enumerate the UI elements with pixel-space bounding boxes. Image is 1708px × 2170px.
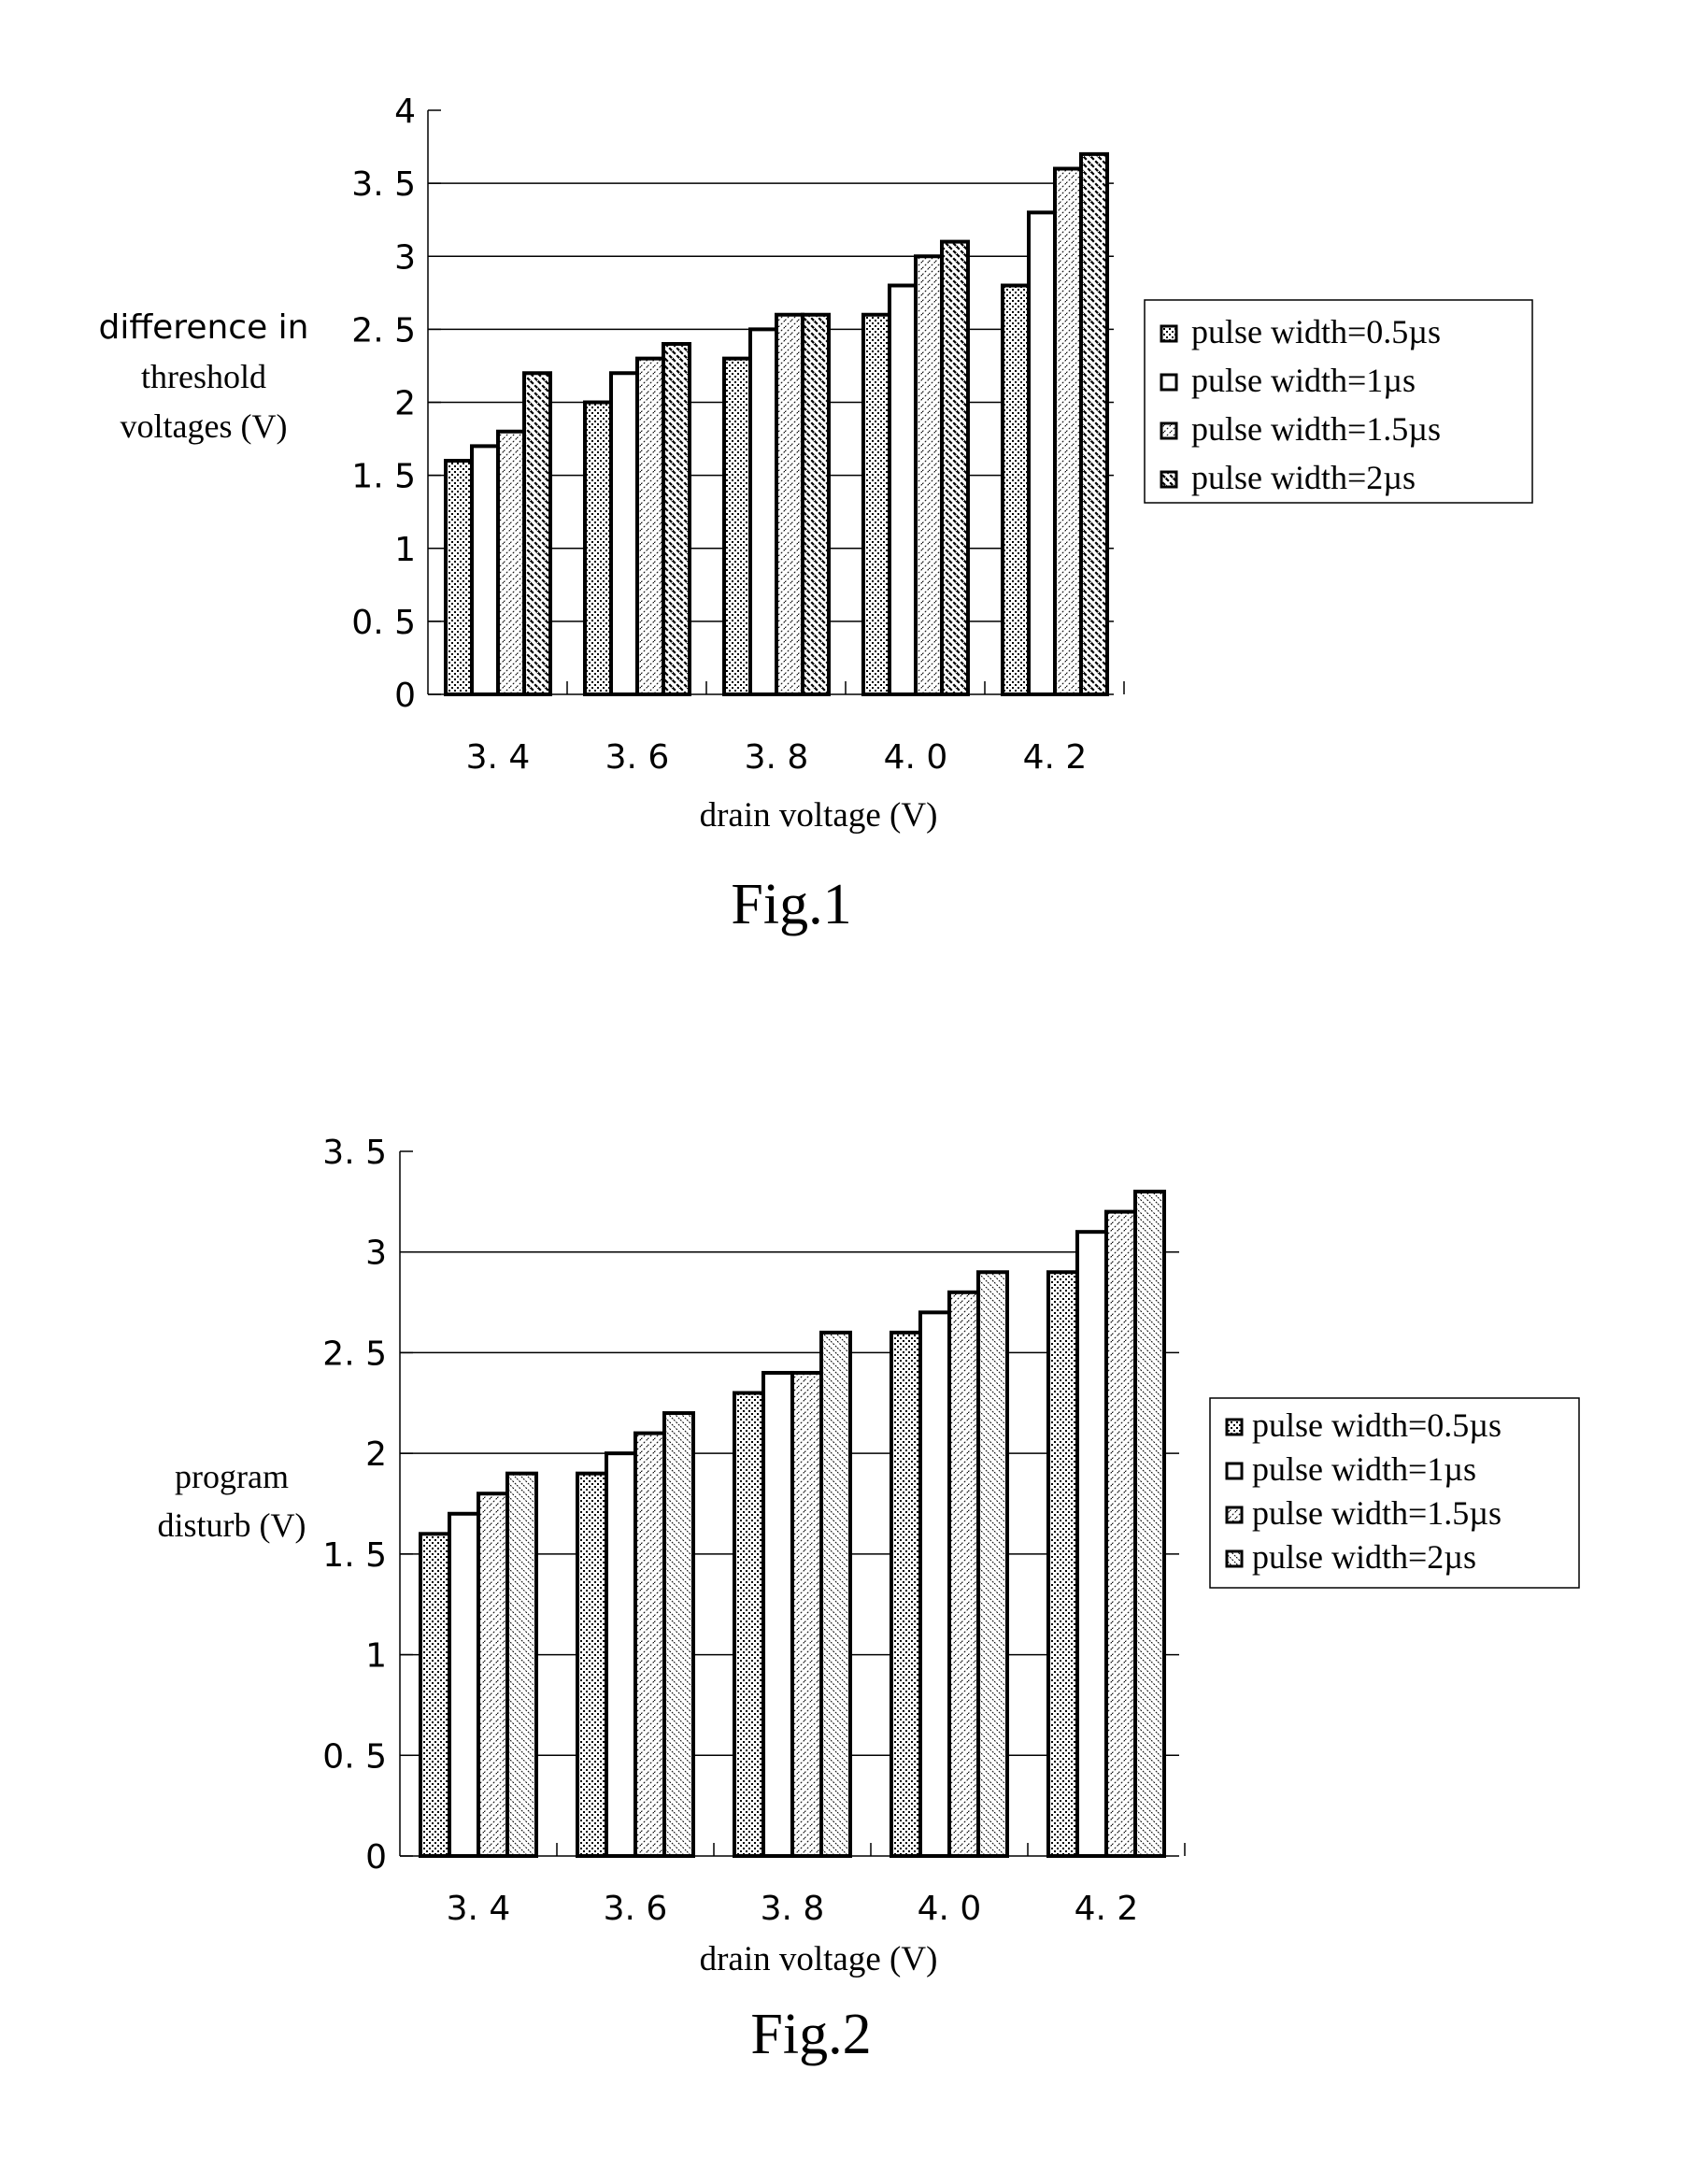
bar-pulse-width-2-s-4.2	[1079, 151, 1109, 696]
legend-label: pulse width=1.5µs	[1252, 1494, 1502, 1532]
y-tick-label: 2	[394, 385, 416, 423]
bar-pulse-width-2-s-4.0	[940, 239, 970, 696]
legend-swatch	[1225, 1418, 1244, 1436]
legend-label: pulse width=0.5µs	[1191, 313, 1441, 350]
bar-pulse-width-2-s-3.4	[505, 1471, 538, 1858]
y-tick-label: 0. 5	[351, 604, 416, 642]
y-tick-label: 0. 5	[322, 1737, 387, 1776]
bar-pulse-width-1-s-4.2	[1075, 1230, 1108, 1858]
legend-label: pulse width=1µs	[1252, 1450, 1476, 1488]
bar-pulse-width-1-s-4.0	[918, 1310, 951, 1859]
legend-swatch	[1225, 1462, 1244, 1480]
y-axis-label-line-2: threshold	[141, 358, 266, 395]
bar-pulse-width-1-5-s-3.8	[775, 312, 804, 696]
bar-pulse-width-2-s-3.8	[819, 1330, 852, 1858]
x-tick-label: 4. 0	[918, 1890, 982, 1928]
bar-pulse-width-1-5-s-3.4	[477, 1492, 509, 1858]
bars	[444, 151, 1109, 696]
bar-pulse-width-1-5-s-3.8	[790, 1370, 823, 1858]
legend-label: pulse width=1µs	[1191, 362, 1416, 399]
bar-pulse-width-0-5-s-3.4	[444, 459, 474, 696]
bar-pulse-width-0-5-s-4.0	[861, 312, 891, 696]
bar-pulse-width-1-s-3.6	[605, 1451, 637, 1858]
x-tick-label: 3. 8	[745, 738, 809, 777]
x-tick-label: 3. 8	[761, 1890, 825, 1928]
bar-pulse-width-0-5-s-3.6	[583, 400, 613, 696]
bar-pulse-width-2-s-3.8	[801, 312, 831, 696]
y-tick-label: 0	[394, 677, 416, 715]
x-tick-label: 3. 4	[466, 738, 531, 777]
legend-label: pulse width=2µs	[1252, 1538, 1476, 1576]
bar-pulse-width-1-5-s-3.6	[633, 1431, 666, 1858]
legend-swatch	[1160, 421, 1178, 440]
x-axis-label: drain voltage (V)	[700, 796, 938, 835]
bar-pulse-width-0-5-s-3.8	[733, 1391, 765, 1858]
legend-label: pulse width=1.5µs	[1191, 410, 1441, 448]
y-tick-label: 1. 5	[322, 1536, 387, 1575]
legend-label: pulse width=0.5µs	[1252, 1406, 1502, 1444]
x-tick-label: 3. 6	[605, 738, 670, 777]
y-tick-label: 1. 5	[351, 458, 416, 496]
x-tick-label: 4. 0	[884, 738, 948, 777]
bar-pulse-width-1-s-4.0	[888, 283, 918, 696]
y-tick-label: 2	[365, 1435, 387, 1474]
legend-swatch	[1225, 1549, 1244, 1568]
legend-swatch	[1160, 373, 1178, 392]
bar-pulse-width-0-5-s-4.0	[890, 1330, 922, 1858]
bar-pulse-width-2-s-3.4	[522, 371, 552, 696]
bar-pulse-width-0-5-s-4.2	[1001, 283, 1031, 696]
bar-pulse-width-1-5-s-3.4	[496, 429, 526, 696]
bar-pulse-width-2-s-3.6	[662, 342, 691, 696]
figure-caption: Fig.1	[731, 873, 851, 936]
y-tick-label: 3. 5	[322, 1134, 387, 1172]
y-tick-label: 0	[365, 1838, 387, 1877]
bar-pulse-width-2-s-3.6	[662, 1411, 695, 1858]
y-tick-label: 1	[394, 531, 416, 569]
y-tick-label: 4	[394, 93, 416, 131]
legend: pulse width=0.5µs pulse width=1µs pulse wi…	[1209, 1397, 1580, 1589]
x-tick-label: 3. 6	[604, 1890, 668, 1928]
y-tick-label: 2. 5	[322, 1335, 387, 1373]
bar-pulse-width-1-s-3.6	[609, 371, 639, 696]
bar-pulse-width-2-s-4.0	[976, 1270, 1009, 1859]
bar-pulse-width-1-s-3.4	[448, 1511, 480, 1859]
bar-pulse-width-0-5-s-3.6	[576, 1471, 608, 1858]
figure-1: 0 0. 5 1 1. 5 2 2. 5 3 3. 5 4 3. 4 3. 6 3. 8 4. 0 4.…	[99, 93, 1533, 936]
x-tick-label: 4. 2	[1023, 738, 1088, 777]
bar-pulse-width-1-5-s-4.0	[947, 1290, 980, 1859]
patent-figures: 0 0. 5 1 1. 5 2 2. 5 3 3. 5 4 3. 4 3. 6 3. 8 4. 0 4.…	[99, 93, 1580, 2066]
bar-pulse-width-1-s-4.2	[1027, 210, 1057, 696]
legend-label: pulse width=2µs	[1191, 459, 1416, 496]
legend-swatch	[1160, 470, 1178, 489]
bar-pulse-width-1-5-s-3.6	[635, 356, 665, 696]
y-tick-label: 3. 5	[351, 165, 416, 204]
y-tick-label: 3	[394, 238, 416, 277]
bar-pulse-width-1-5-s-4.2	[1053, 166, 1083, 696]
x-axis-label: drain voltage (V)	[700, 1940, 938, 1978]
bars	[419, 1190, 1166, 1859]
legend-swatch	[1225, 1506, 1244, 1524]
legend: pulse width=0.5µs pulse width=1µs pulse wi…	[1144, 299, 1533, 504]
bar-pulse-width-0-5-s-4.2	[1046, 1270, 1079, 1859]
bar-pulse-width-2-s-4.2	[1133, 1190, 1166, 1858]
bar-pulse-width-1-5-s-4.0	[914, 254, 944, 696]
figure-caption: Fig.2	[750, 2003, 871, 2066]
y-axis-label-line-2: disturb (V)	[158, 1506, 306, 1544]
y-axis-label-line-1: program	[175, 1458, 289, 1495]
y-tick-label: 1	[365, 1637, 387, 1676]
figure-2: 0 0. 5 1 1. 5 2 2. 5 3 3. 5 3. 4 3. 6 3. 8 4. 0 4. …	[158, 1134, 1580, 2066]
x-tick-label: 3. 4	[447, 1890, 511, 1928]
bar-pulse-width-1-s-3.8	[761, 1370, 794, 1858]
y-tick-label: 2. 5	[351, 311, 416, 350]
bar-pulse-width-1-s-3.4	[470, 444, 500, 696]
y-axis-label-line-3: voltages (V)	[121, 407, 288, 445]
bar-pulse-width-0-5-s-3.8	[722, 356, 752, 696]
x-tick-label: 4. 2	[1075, 1890, 1139, 1928]
y-tick-label: 3	[365, 1235, 387, 1273]
bar-pulse-width-0-5-s-3.4	[419, 1532, 451, 1859]
y-axis-label-line-1: difference in	[99, 308, 309, 347]
bar-pulse-width-1-s-3.8	[748, 327, 778, 696]
legend-swatch	[1160, 324, 1178, 343]
bar-pulse-width-1-5-s-4.2	[1104, 1209, 1137, 1858]
